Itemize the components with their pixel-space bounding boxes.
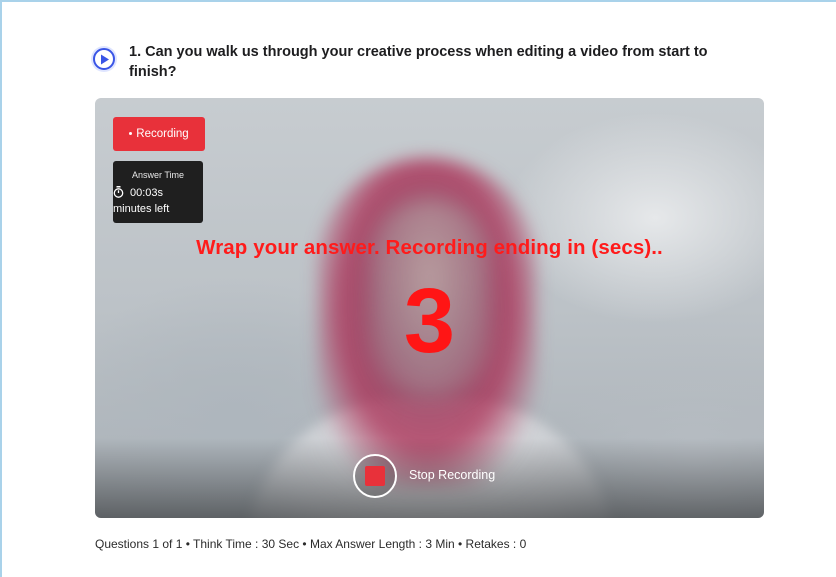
answer-timer: Answer Time 00:03s minutes left xyxy=(113,161,203,223)
answer-time-suffix: minutes left xyxy=(113,203,170,215)
interview-meta: Questions 1 of 1 • Think Time : 30 Sec •… xyxy=(95,537,527,551)
record-dot-icon xyxy=(129,132,133,136)
page-frame: 1. Can you walk us through your creative… xyxy=(0,0,836,577)
video-preview: Recording Answer Time 00:03s minutes lef… xyxy=(95,98,764,518)
play-icon xyxy=(101,54,109,65)
stop-icon xyxy=(365,466,385,486)
stopwatch-icon xyxy=(113,186,124,198)
answer-time-row: 00:03s xyxy=(113,186,163,199)
answer-time-value: 00:03s xyxy=(130,187,164,199)
question-text: 1. Can you walk us through your creative… xyxy=(129,44,708,80)
play-question-button[interactable] xyxy=(93,48,115,70)
stop-recording-button[interactable] xyxy=(353,454,397,498)
answer-time-title: Answer Time xyxy=(131,170,184,180)
wrap-up-message: Wrap your answer. Recording ending in (s… xyxy=(196,236,663,259)
recording-badge-label: Recording xyxy=(136,128,189,140)
countdown-number: 3 xyxy=(403,270,456,372)
stop-recording-label[interactable]: Stop Recording xyxy=(409,468,495,482)
recording-badge[interactable]: Recording xyxy=(113,117,205,151)
